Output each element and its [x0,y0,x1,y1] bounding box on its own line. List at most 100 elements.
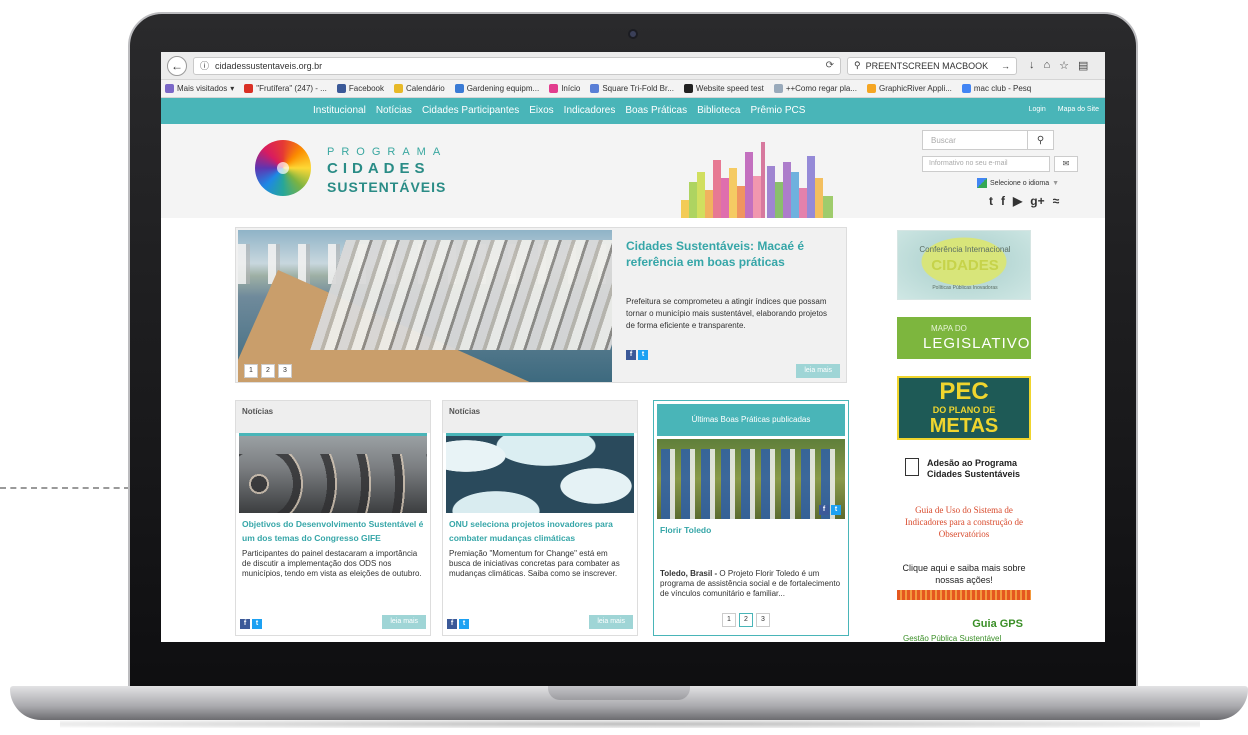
slider-pager: 1 2 3 [244,364,292,378]
card-header: Notícias [443,401,637,433]
info-icon: ⓘ [200,61,210,71]
banner-text: DO PLANO DE [932,405,996,415]
url-text: cidadessustentaveis.org.br [215,60,323,71]
twitter-icon[interactable]: t [989,194,993,208]
read-more-button[interactable]: leia mais [796,364,840,378]
skyline-illustration [681,142,833,218]
google-plus-icon[interactable]: g+ [1030,194,1044,208]
bookmark-item[interactable]: "Frutífera" (247) - ... [244,84,327,93]
slider-page-2[interactable]: 2 [261,364,275,378]
bookmark-item[interactable]: Square Tri-Fold Br... [590,84,674,93]
share-buttons: f t [626,350,648,360]
featured-photo[interactable]: 1 2 3 [238,230,612,382]
guia-uso-banner[interactable]: Guia de Uso do Sistema de Indicadores pa… [897,504,1031,548]
bookmark-item[interactable]: Mais visitados ▾ [165,84,234,93]
guia-gps-banner[interactable]: Guia GPS Gestão Pública Sustentável [897,618,1031,642]
bookmark-item[interactable]: Website speed test [683,84,764,93]
pager-page-2[interactable]: 2 [739,613,753,627]
best-practices-card: Últimas Boas Práticas publicadas f t Flo… [653,400,849,636]
back-button[interactable]: ← [167,55,187,76]
youtube-icon[interactable]: ▶ [1013,194,1022,208]
nav-item[interactable]: Indicadores [564,105,616,116]
newsletter-email-input[interactable]: Informativo no seu e-mail [922,156,1050,172]
nav-item[interactable]: Notícias [376,105,412,116]
adesao-banner[interactable]: Adesão ao Programa Cidades Sustentáveis [897,456,1031,488]
rss-icon[interactable]: ≈ [1053,194,1060,208]
bookmark-label: ++Como regar pla... [785,84,857,93]
twitter-icon[interactable]: t [252,619,262,629]
sitemap-link[interactable]: Mapa do Site [1058,106,1099,113]
facebook-icon[interactable]: f [819,505,829,515]
news-summary: Premiação "Momentum for Change" está em … [449,549,620,578]
mapa-legislativo-banner[interactable]: MAPA DO LEGISLATIVO [897,317,1031,359]
news-title[interactable]: ONU seleciona projetos inovadores para c… [443,513,637,545]
bookmark-item[interactable]: Gardening equipm... [454,84,539,93]
twitter-icon[interactable]: t [459,619,469,629]
nav-right-links: Login Mapa do Site [1029,106,1099,113]
bookmark-item[interactable]: Início [549,84,580,93]
slider-page-1[interactable]: 1 [244,364,258,378]
reload-icon[interactable]: ⟳ [826,60,834,71]
news-photo[interactable] [446,433,634,513]
browser-search-field[interactable]: ⚲ PREENTSCREEN MACBOOK → [847,56,1017,75]
pager-page-1[interactable]: 1 [722,613,736,627]
pec-plano-metas-banner[interactable]: PEC DO PLANO DE METAS [897,376,1031,440]
best-practices-pager: 1 2 3 [722,613,770,627]
nav-item[interactable]: Biblioteca [697,105,740,116]
nav-item[interactable]: Boas Práticas [625,105,687,116]
language-selector[interactable]: Selecione o idioma ▼ [977,178,1059,188]
pager-page-3[interactable]: 3 [756,613,770,627]
banner-text: LEGISLATIVO [923,335,1031,352]
best-practice-title[interactable]: Florir Toledo [654,519,848,537]
banner-text: Guia GPS [972,618,1023,630]
facebook-icon[interactable]: f [447,619,457,629]
star-icon[interactable]: ☆ [1059,59,1069,72]
bookmark-item[interactable]: mac club - Pesq [961,84,1031,93]
bookmark-item[interactable]: Facebook [336,84,384,93]
bookmark-item[interactable]: GraphicRiver Appli... [866,84,952,93]
photo-city [310,240,612,350]
facebook-icon[interactable]: f [626,350,636,360]
bookmark-icon [773,84,783,93]
login-link[interactable]: Login [1029,106,1046,113]
site-search-input[interactable]: Buscar ⚲ [922,130,1054,150]
nav-item[interactable]: Prêmio PCS [750,105,805,116]
best-practice-photo[interactable]: f t [657,439,845,519]
search-icon[interactable]: ⚲ [1027,130,1053,150]
mail-icon[interactable]: ✉ [1054,156,1078,172]
banner-text: Clique aqui e saiba mais sobre nossas aç… [902,563,1026,585]
bookmark-label: Facebook [348,84,384,93]
facebook-icon[interactable]: f [1001,194,1005,208]
laptop-mockup: ← ⓘ cidadessustentaveis.org.br ⟳ ⚲ PREEN… [0,0,1248,735]
home-icon[interactable]: ⌂ [1044,59,1051,72]
nav-item[interactable]: Cidades Participantes [422,105,519,116]
conference-banner[interactable]: Conferência Internacional CIDADES Políti… [897,230,1031,300]
newsletter-form: Informativo no seu e-mail ✉ [922,156,1080,172]
read-more-button[interactable]: leia mais [589,615,633,629]
twitter-icon[interactable]: t [831,505,841,515]
clique-aqui-banner[interactable]: Clique aqui e saiba mais sobre nossas aç… [897,562,1031,602]
banner-text: Guia de Uso do Sistema de Indicadores pa… [905,505,1023,539]
read-more-button[interactable]: leia mais [382,615,426,629]
nav-item[interactable]: Eixos [529,105,553,116]
address-bar[interactable]: ⓘ cidadessustentaveis.org.br ⟳ [193,56,841,75]
news-photo[interactable] [239,433,427,513]
facebook-icon[interactable]: f [240,619,250,629]
bookmark-item[interactable]: ++Como regar pla... [773,84,857,93]
bookmark-item[interactable]: Calendário [394,84,445,93]
site-logo[interactable]: PROGRAMA CIDADES SUSTENTÁVEIS [327,146,447,195]
search-icon: ⚲ [854,60,861,70]
news-title[interactable]: Objetivos do Desenvolvimento Sustentável… [236,513,430,545]
twitter-icon[interactable]: t [638,350,648,360]
google-icon [961,84,971,93]
logo-wheel-icon[interactable] [255,140,311,196]
nav-item[interactable]: Institucional [313,105,366,116]
featured-title[interactable]: Cidades Sustentáveis: Macaé é referência… [626,238,836,270]
banner-text: Políticas Públicas Inovadoras [932,285,998,291]
arrow-left-icon: ← [171,58,183,73]
slider-page-3[interactable]: 3 [278,364,292,378]
go-arrow-icon[interactable]: → [1001,61,1010,71]
download-icon[interactable]: ↓ [1029,59,1035,72]
banner-text: Conferência Internacional [919,245,1011,254]
clipboard-icon[interactable]: ▤ [1078,59,1088,72]
